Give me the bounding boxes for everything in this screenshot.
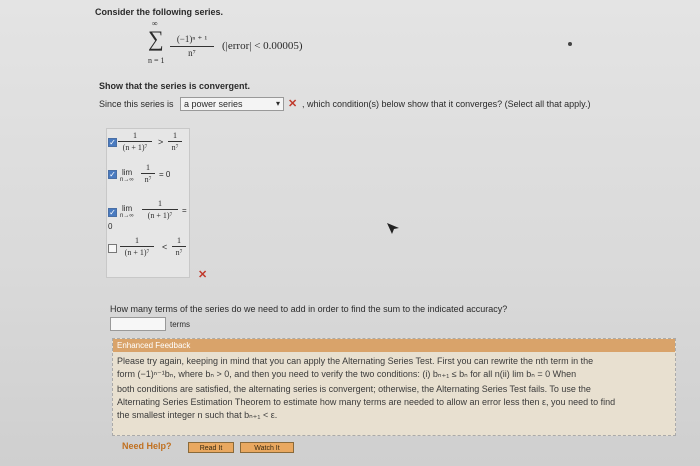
fraction-bar [170, 46, 214, 47]
option-3-extra: 0 [108, 222, 113, 231]
option-1-op: > [158, 137, 164, 147]
fraction-bar [172, 246, 186, 247]
need-help-label: Need Help? [122, 441, 172, 451]
option-1-lhs: 1 (n + 1)⁷ [118, 131, 152, 152]
option-3-tail: = [182, 206, 187, 215]
option-4-rhs-num: 1 [177, 236, 181, 245]
option-1-checkbox[interactable]: ✓ [108, 138, 117, 147]
question-2-text: How many terms of the series do we need … [110, 304, 508, 314]
wrong-icon: ✕ [288, 98, 298, 110]
since-text: Since this series is [99, 99, 174, 109]
dot-marker [568, 42, 572, 46]
option-3-frac: 1 (n + 1)⁷ [142, 199, 178, 220]
feedback-line-5: the smallest integer n such that bₙ₊₁ < … [117, 410, 278, 420]
option-1-rhs: 1 n⁷ [168, 131, 182, 152]
option-4-checkbox[interactable]: ✓ [108, 244, 117, 253]
option-1-rhs-den: n⁷ [171, 143, 179, 152]
option-4-rhs-den: n⁷ [175, 248, 183, 257]
condition-question: , which condition(s) below show that it … [302, 99, 591, 109]
fraction-bar [120, 246, 154, 247]
page: Consider the following series. ∑ ∞ n = 1… [0, 0, 700, 466]
feedback-line-2: form (−1)ⁿ⁻¹bₙ, where bₙ > 0, and then y… [117, 369, 577, 379]
fraction-bar [141, 173, 155, 174]
watch-it-button[interactable]: Watch It [240, 442, 294, 453]
options-wrong-icon: ✕ [198, 269, 208, 281]
terms-input[interactable] [110, 317, 166, 331]
feedback-header: Enhanced Feedback [113, 339, 675, 352]
option-4-op: < [162, 242, 168, 252]
sigma-symbol: ∑ [148, 26, 164, 51]
read-it-button[interactable]: Read It [188, 442, 234, 453]
option-4-lhs-den: (n + 1)⁷ [124, 248, 150, 257]
select-value: a power series [184, 99, 243, 109]
option-3-checkbox[interactable]: ✓ [108, 208, 117, 217]
option-1-lhs-num: 1 [133, 131, 137, 140]
option-3-lim-sub: n→∞ [120, 213, 134, 219]
sigma-upper: ∞ [152, 19, 158, 28]
feedback-line-3: both conditions are satisfied, the alter… [117, 384, 591, 394]
option-1-lhs-den: (n + 1)⁷ [122, 143, 148, 152]
series-numerator: (−1)ⁿ ⁺ ¹ [176, 34, 208, 44]
option-1-rhs-num: 1 [173, 131, 177, 140]
option-2-tail: = 0 [159, 170, 171, 179]
option-3-lim: lim [122, 204, 133, 213]
intro-text: Consider the following series. [95, 7, 224, 17]
option-2-den: n⁷ [144, 175, 152, 184]
fraction-bar [168, 141, 182, 142]
option-3-den: (n + 1)⁷ [147, 211, 173, 220]
option-2-lim-sub: n→∞ [120, 177, 134, 183]
sigma-lower: n = 1 [148, 56, 165, 65]
error-bound: (|error| < 0.00005) [222, 40, 303, 52]
feedback-line-1: Please try again, keeping in mind that y… [117, 356, 594, 366]
option-4-rhs: 1 n⁷ [172, 236, 186, 257]
series-type-select[interactable]: a power series ▾ [180, 97, 284, 111]
feedback-line-4: Alternating Series Estimation Theorem to… [117, 397, 616, 407]
option-2-lim: lim [122, 168, 133, 177]
fraction-bar [118, 141, 152, 142]
cursor-arrow-icon [387, 223, 399, 234]
option-2-frac: 1 n⁷ [141, 163, 155, 184]
option-4-lhs-num: 1 [135, 236, 139, 245]
enhanced-feedback-panel: Enhanced Feedback Please try again, keep… [112, 338, 676, 436]
option-4-lhs: 1 (n + 1)⁷ [120, 236, 154, 257]
option-2-num: 1 [146, 163, 150, 172]
fraction-bar [142, 209, 178, 210]
show-text: Show that the series is convergent. [99, 81, 251, 91]
series-fraction: (−1)ⁿ ⁺ ¹ n⁷ [170, 34, 214, 58]
option-2-checkbox[interactable]: ✓ [108, 170, 117, 179]
chevron-down-icon: ▾ [275, 99, 280, 108]
option-3-num: 1 [158, 199, 162, 208]
terms-unit: terms [170, 320, 190, 329]
series-denominator: n⁷ [188, 48, 196, 58]
